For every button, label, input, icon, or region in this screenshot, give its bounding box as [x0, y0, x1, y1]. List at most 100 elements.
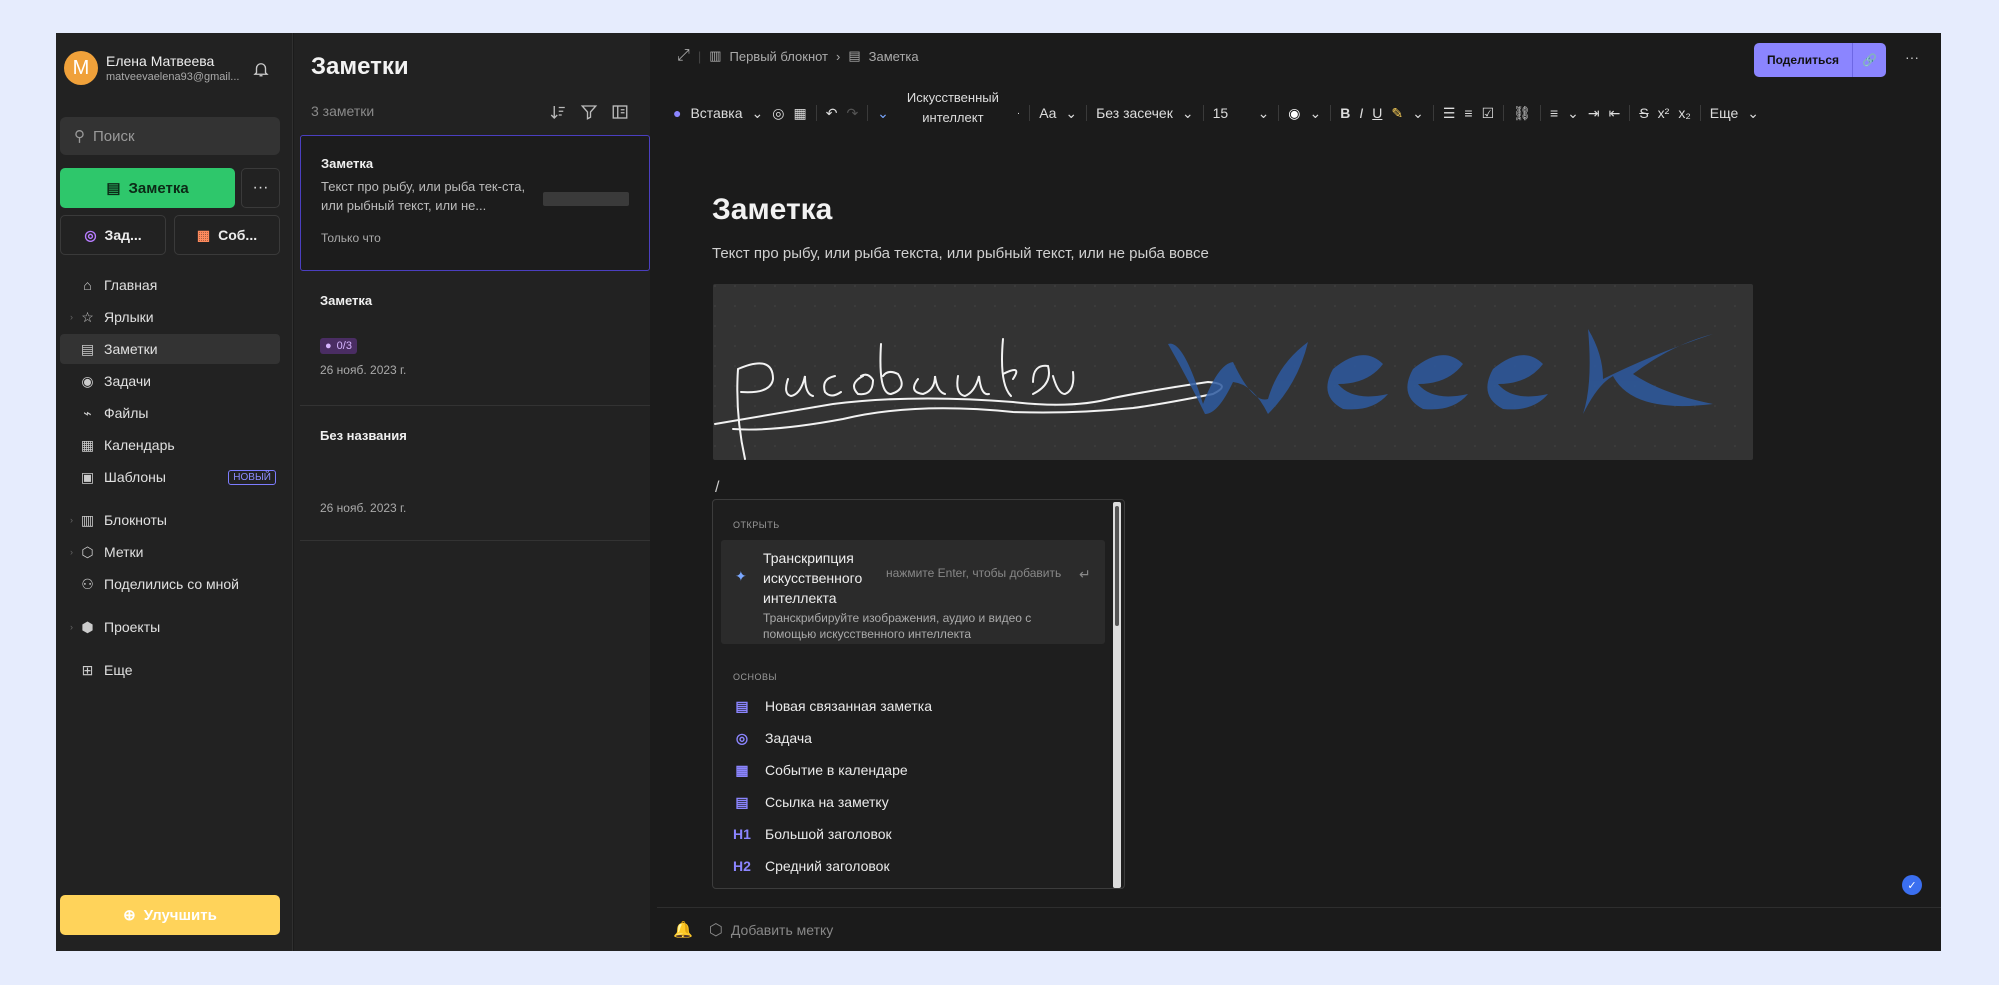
- sidebar-item-more[interactable]: ⊞ Еще: [60, 655, 280, 685]
- font-family-select[interactable]: Без засечек: [1096, 105, 1173, 121]
- menu-item-heading-2[interactable]: H2 Средний заголовок: [733, 854, 890, 878]
- note-card[interactable]: Заметка Текст про рыбу, или рыба тек-ста…: [300, 135, 650, 271]
- menu-item-calendar-event[interactable]: ▦ Событие в календаре: [733, 758, 908, 782]
- insert-button[interactable]: Вставка: [690, 105, 742, 121]
- sidebar-item-shortcuts[interactable]: › ☆ Ярлыки: [60, 302, 280, 332]
- user-profile[interactable]: М Елена Матвеева matveevaelena93@gmail..…: [64, 51, 239, 85]
- share-button[interactable]: Поделиться: [1754, 43, 1852, 77]
- layout-icon[interactable]: [611, 103, 629, 121]
- menu-item-linked-note[interactable]: ▤ Новая связанная заметка: [733, 694, 932, 718]
- sidebar-item-files[interactable]: ⌁ Файлы: [60, 398, 280, 428]
- chevron-down-icon[interactable]: ·: [1017, 108, 1020, 119]
- calendar-icon[interactable]: ▦: [793, 105, 806, 122]
- new-event-button[interactable]: ▦ Соб...: [174, 215, 280, 255]
- outdent-icon[interactable]: ⇤: [1609, 105, 1621, 122]
- upgrade-button[interactable]: ⊕ Улучшить: [60, 895, 280, 935]
- note-card[interactable]: Без названия 26 нояб. 2023 г.: [300, 406, 650, 541]
- menu-section-open: ОТКРЫТЬ: [733, 520, 780, 530]
- underline-icon[interactable]: U: [1372, 105, 1382, 121]
- redo-icon[interactable]: ↷: [846, 105, 858, 122]
- font-size-select[interactable]: 15: [1213, 105, 1249, 121]
- bullet-list-icon[interactable]: ☰: [1443, 105, 1456, 122]
- task-icon[interactable]: ◎: [772, 105, 784, 122]
- sidebar-item-projects[interactable]: › ⬢ Проекты: [60, 612, 280, 642]
- menu-item-task[interactable]: ◎ Задача: [733, 726, 812, 750]
- link-icon[interactable]: 🔗: [1852, 43, 1886, 77]
- note-title[interactable]: Заметка: [712, 193, 832, 227]
- ai-icon[interactable]: ⌄: [877, 105, 889, 122]
- divider: [1699, 105, 1701, 121]
- plus-circle-icon: ●: [673, 105, 682, 121]
- new-task-label: Зад...: [104, 227, 142, 243]
- numbered-list-icon[interactable]: ≡: [1464, 105, 1472, 121]
- slash-command-menu: ОТКРЫТЬ ✦ Транскрипция искусственного ин…: [712, 499, 1125, 889]
- list-toolbar: [549, 103, 629, 121]
- chevron-down-icon[interactable]: ⌄: [752, 105, 764, 122]
- caret-icon[interactable]: ›: [70, 622, 73, 632]
- more-options-button[interactable]: ···: [241, 168, 280, 208]
- filter-icon[interactable]: [580, 103, 598, 121]
- scrollbar-thumb[interactable]: [1115, 506, 1119, 626]
- italic-icon[interactable]: I: [1359, 105, 1363, 121]
- indent-icon[interactable]: ⇥: [1588, 105, 1600, 122]
- sidebar-item-label: Заметки: [104, 341, 158, 357]
- sidebar-item-label: Файлы: [104, 405, 149, 421]
- sidebar-item-notebooks[interactable]: › ▥ Блокноты: [60, 505, 280, 535]
- checklist-icon[interactable]: ☑: [1482, 105, 1495, 122]
- bell-icon[interactable]: [252, 60, 270, 78]
- align-icon[interactable]: ≡: [1550, 105, 1558, 121]
- breadcrumb-note[interactable]: Заметка: [869, 49, 919, 64]
- menu-item-heading-1[interactable]: H1 Большой заголовок: [733, 822, 892, 846]
- note-card[interactable]: Заметка ● 0/3 26 нояб. 2023 г.: [300, 271, 650, 406]
- chevron-down-icon[interactable]: ⌄: [1412, 105, 1424, 122]
- more-menu-icon[interactable]: ···: [1905, 49, 1919, 65]
- strikethrough-icon[interactable]: S: [1639, 105, 1648, 121]
- menu-item-label: Событие в календаре: [765, 762, 908, 778]
- superscript-icon[interactable]: x²: [1658, 105, 1670, 121]
- subscript-icon[interactable]: x₂: [1678, 105, 1690, 121]
- bold-icon[interactable]: B: [1340, 105, 1350, 121]
- sidebar-item-notes[interactable]: ▤ Заметки: [60, 334, 280, 364]
- menu-item-note-link[interactable]: ▤ Ссылка на заметку: [733, 790, 888, 814]
- caret-icon[interactable]: ›: [70, 515, 73, 525]
- more-formatting-button[interactable]: Еще: [1710, 105, 1739, 121]
- add-tag-input[interactable]: Добавить метку: [731, 922, 833, 938]
- note-body-text[interactable]: Текст про рыбу, или рыба текста, или рыб…: [712, 245, 1209, 262]
- sidebar-item-shared[interactable]: ⚇ Поделились со мной: [60, 569, 280, 599]
- text-style-button[interactable]: Aa: [1039, 105, 1056, 121]
- caret-icon[interactable]: ›: [70, 547, 73, 557]
- slash-command-cursor: /: [715, 479, 720, 496]
- chevron-down-icon[interactable]: ⌄: [1747, 105, 1759, 122]
- new-task-button[interactable]: ◎ Зад...: [60, 215, 166, 255]
- reminder-icon[interactable]: 🔔: [673, 920, 693, 940]
- breadcrumb-notebook[interactable]: Первый блокнот: [730, 49, 829, 64]
- chevron-down-icon[interactable]: ⌄: [1567, 105, 1579, 122]
- undo-icon[interactable]: ↶: [826, 105, 838, 122]
- tag-icon[interactable]: ⬡: [709, 920, 723, 940]
- expand-icon[interactable]: ⤢: [677, 47, 690, 65]
- menu-scrollbar[interactable]: [1113, 502, 1121, 888]
- color-picker-icon[interactable]: ◉: [1288, 105, 1300, 122]
- ai-transcription-item[interactable]: ✦ Транскрипция искусственного интеллекта…: [721, 540, 1105, 644]
- search-input[interactable]: ⚲ Поиск: [60, 117, 280, 155]
- divider: [1029, 105, 1031, 121]
- drawing-canvas[interactable]: [713, 284, 1753, 460]
- sidebar-item-tags[interactable]: › ⬡ Метки: [60, 537, 280, 567]
- template-icon: ▣: [80, 468, 95, 485]
- sidebar-item-home[interactable]: ⌂ Главная: [60, 270, 280, 300]
- sidebar-item-calendar[interactable]: ▦ Календарь: [60, 430, 280, 460]
- ai-button[interactable]: Искусственный интеллект: [898, 88, 1008, 128]
- chevron-down-icon[interactable]: ⌄: [1258, 105, 1270, 122]
- chevron-down-icon[interactable]: ⌄: [1310, 105, 1322, 122]
- avatar[interactable]: М: [64, 51, 98, 85]
- highlight-icon[interactable]: ✎: [1391, 105, 1403, 122]
- link-icon[interactable]: ⛓: [1513, 105, 1531, 122]
- sort-icon[interactable]: [549, 103, 567, 121]
- chevron-down-icon[interactable]: ⌄: [1065, 105, 1077, 122]
- sidebar-item-tasks[interactable]: ◉ Задачи: [60, 366, 280, 396]
- caret-icon[interactable]: ›: [70, 312, 73, 322]
- note-footer: 🔔 ⬡ Добавить метку: [657, 907, 1941, 951]
- sidebar-item-templates[interactable]: ▣ Шаблоны НОВЫЙ: [60, 462, 280, 492]
- new-note-button[interactable]: ▤ Заметка: [60, 168, 235, 208]
- chevron-down-icon[interactable]: ⌄: [1182, 105, 1194, 122]
